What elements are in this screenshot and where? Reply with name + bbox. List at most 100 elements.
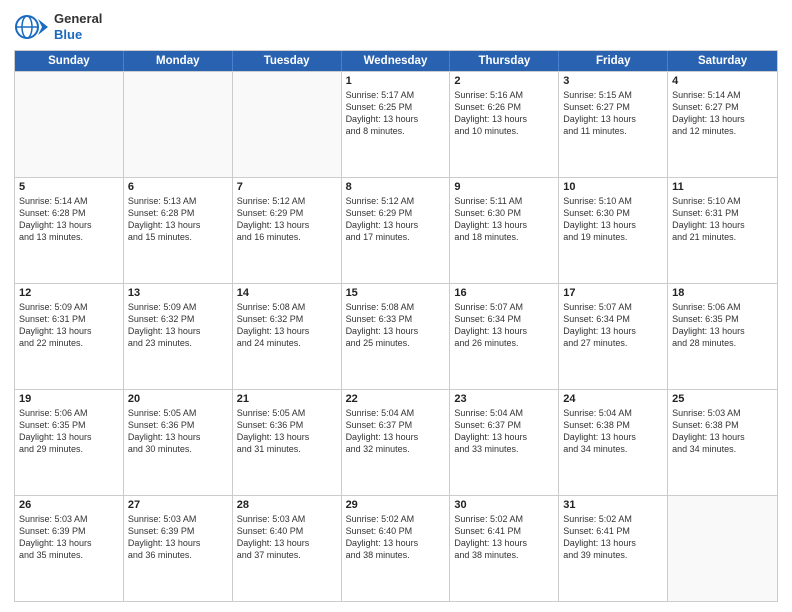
day-info-4: Sunrise: 5:14 AM Sunset: 6:27 PM Dayligh… [672,89,773,138]
day-info-3: Sunrise: 5:15 AM Sunset: 6:27 PM Dayligh… [563,89,663,138]
week-row-4: 19 Sunrise: 5:06 AM Sunset: 6:35 PM Dayli… [15,389,777,495]
day-info-16: Sunrise: 5:07 AM Sunset: 6:34 PM Dayligh… [454,301,554,350]
day-number-27: 27 [128,499,228,511]
day-15: 15 Sunrise: 5:08 AM Sunset: 6:33 PM Dayli… [342,284,451,389]
day-number-23: 23 [454,393,554,405]
day-number-25: 25 [672,393,773,405]
day-number-31: 31 [563,499,663,511]
day-13: 13 Sunrise: 5:09 AM Sunset: 6:32 PM Dayli… [124,284,233,389]
day-info-9: Sunrise: 5:11 AM Sunset: 6:30 PM Dayligh… [454,195,554,244]
day-number-21: 21 [237,393,337,405]
week-row-1: 1Sunrise: 5:17 AM Sunset: 6:25 PM Daylig… [15,71,777,177]
week-row-2: 5 Sunrise: 5:14 AM Sunset: 6:28 PM Daylig… [15,177,777,283]
day-30: 30 Sunrise: 5:02 AM Sunset: 6:41 PM Dayli… [450,496,559,601]
day-number-9: 9 [454,181,554,193]
day-number-14: 14 [237,287,337,299]
header: GeneralBlue [14,10,778,44]
day-7: 7Sunrise: 5:12 AM Sunset: 6:29 PM Daylig… [233,178,342,283]
day-info-24: Sunrise: 5:04 AM Sunset: 6:38 PM Dayligh… [563,407,663,456]
day-number-24: 24 [563,393,663,405]
day-info-27: Sunrise: 5:03 AM Sunset: 6:39 PM Dayligh… [128,513,228,562]
week-row-3: 12Sunrise: 5:09 AM Sunset: 6:31 PM Dayli… [15,283,777,389]
day-number-6: 6 [128,181,228,193]
day-28: 28 Sunrise: 5:03 AM Sunset: 6:40 PM Dayli… [233,496,342,601]
day-12: 12Sunrise: 5:09 AM Sunset: 6:31 PM Dayli… [15,284,124,389]
day-2: 2 Sunrise: 5:16 AM Sunset: 6:26 PM Daylig… [450,72,559,177]
day-number-19: 19 [19,393,119,405]
day-info-2: Sunrise: 5:16 AM Sunset: 6:26 PM Dayligh… [454,89,554,138]
day-number-17: 17 [563,287,663,299]
day-number-30: 30 [454,499,554,511]
logo: GeneralBlue [14,10,102,44]
header-day-thursday: Thursday [450,51,559,71]
day-number-4: 4 [672,75,773,87]
day-8: 8 Sunrise: 5:12 AM Sunset: 6:29 PM Daylig… [342,178,451,283]
day-1: 1Sunrise: 5:17 AM Sunset: 6:25 PM Daylig… [342,72,451,177]
empty-cell [124,72,233,177]
day-20: 20 Sunrise: 5:05 AM Sunset: 6:36 PM Dayli… [124,390,233,495]
day-number-20: 20 [128,393,228,405]
day-info-15: Sunrise: 5:08 AM Sunset: 6:33 PM Dayligh… [346,301,446,350]
day-info-8: Sunrise: 5:12 AM Sunset: 6:29 PM Dayligh… [346,195,446,244]
header-day-wednesday: Wednesday [342,51,451,71]
logo-general-text: General [54,11,102,27]
day-22: 22Sunrise: 5:04 AM Sunset: 6:37 PM Dayli… [342,390,451,495]
day-number-15: 15 [346,287,446,299]
day-23: 23 Sunrise: 5:04 AM Sunset: 6:37 PM Dayli… [450,390,559,495]
day-info-21: Sunrise: 5:05 AM Sunset: 6:36 PM Dayligh… [237,407,337,456]
day-number-1: 1 [346,75,446,87]
day-info-18: Sunrise: 5:06 AM Sunset: 6:35 PM Dayligh… [672,301,773,350]
day-info-23: Sunrise: 5:04 AM Sunset: 6:37 PM Dayligh… [454,407,554,456]
day-5: 5 Sunrise: 5:14 AM Sunset: 6:28 PM Daylig… [15,178,124,283]
day-16: 16 Sunrise: 5:07 AM Sunset: 6:34 PM Dayli… [450,284,559,389]
day-number-16: 16 [454,287,554,299]
day-number-2: 2 [454,75,554,87]
calendar: SundayMondayTuesdayWednesdayThursdayFrid… [14,50,778,602]
day-info-25: Sunrise: 5:03 AM Sunset: 6:38 PM Dayligh… [672,407,773,456]
day-number-3: 3 [563,75,663,87]
day-info-14: Sunrise: 5:08 AM Sunset: 6:32 PM Dayligh… [237,301,337,350]
day-number-10: 10 [563,181,663,193]
calendar-body: 1Sunrise: 5:17 AM Sunset: 6:25 PM Daylig… [15,71,777,601]
day-27: 27 Sunrise: 5:03 AM Sunset: 6:39 PM Dayli… [124,496,233,601]
header-day-monday: Monday [124,51,233,71]
day-14: 14 Sunrise: 5:08 AM Sunset: 6:32 PM Dayli… [233,284,342,389]
header-day-tuesday: Tuesday [233,51,342,71]
empty-cell [233,72,342,177]
day-number-13: 13 [128,287,228,299]
day-number-5: 5 [19,181,119,193]
day-info-11: Sunrise: 5:10 AM Sunset: 6:31 PM Dayligh… [672,195,773,244]
day-24: 24 Sunrise: 5:04 AM Sunset: 6:38 PM Dayli… [559,390,668,495]
logo-svg [14,10,48,44]
day-number-18: 18 [672,287,773,299]
day-number-26: 26 [19,499,119,511]
day-9: 9 Sunrise: 5:11 AM Sunset: 6:30 PM Daylig… [450,178,559,283]
header-day-saturday: Saturday [668,51,777,71]
day-number-8: 8 [346,181,446,193]
calendar-header-row: SundayMondayTuesdayWednesdayThursdayFrid… [15,51,777,71]
day-21: 21 Sunrise: 5:05 AM Sunset: 6:36 PM Dayli… [233,390,342,495]
day-6: 6Sunrise: 5:13 AM Sunset: 6:28 PM Daylig… [124,178,233,283]
day-info-19: Sunrise: 5:06 AM Sunset: 6:35 PM Dayligh… [19,407,119,456]
day-info-7: Sunrise: 5:12 AM Sunset: 6:29 PM Dayligh… [237,195,337,244]
day-4: 4 Sunrise: 5:14 AM Sunset: 6:27 PM Daylig… [668,72,777,177]
day-17: 17Sunrise: 5:07 AM Sunset: 6:34 PM Dayli… [559,284,668,389]
day-info-29: Sunrise: 5:02 AM Sunset: 6:40 PM Dayligh… [346,513,446,562]
logo-blue-text: Blue [54,27,102,43]
day-info-13: Sunrise: 5:09 AM Sunset: 6:32 PM Dayligh… [128,301,228,350]
day-info-26: Sunrise: 5:03 AM Sunset: 6:39 PM Dayligh… [19,513,119,562]
empty-cell [15,72,124,177]
day-info-22: Sunrise: 5:04 AM Sunset: 6:37 PM Dayligh… [346,407,446,456]
day-info-30: Sunrise: 5:02 AM Sunset: 6:41 PM Dayligh… [454,513,554,562]
day-info-5: Sunrise: 5:14 AM Sunset: 6:28 PM Dayligh… [19,195,119,244]
day-info-10: Sunrise: 5:10 AM Sunset: 6:30 PM Dayligh… [563,195,663,244]
day-number-28: 28 [237,499,337,511]
day-number-12: 12 [19,287,119,299]
day-11: 11 Sunrise: 5:10 AM Sunset: 6:31 PM Dayli… [668,178,777,283]
page: GeneralBlue SundayMondayTuesdayWednesday… [0,0,792,612]
day-info-20: Sunrise: 5:05 AM Sunset: 6:36 PM Dayligh… [128,407,228,456]
day-info-28: Sunrise: 5:03 AM Sunset: 6:40 PM Dayligh… [237,513,337,562]
header-day-friday: Friday [559,51,668,71]
day-number-11: 11 [672,181,773,193]
week-row-5: 26 Sunrise: 5:03 AM Sunset: 6:39 PM Dayli… [15,495,777,601]
